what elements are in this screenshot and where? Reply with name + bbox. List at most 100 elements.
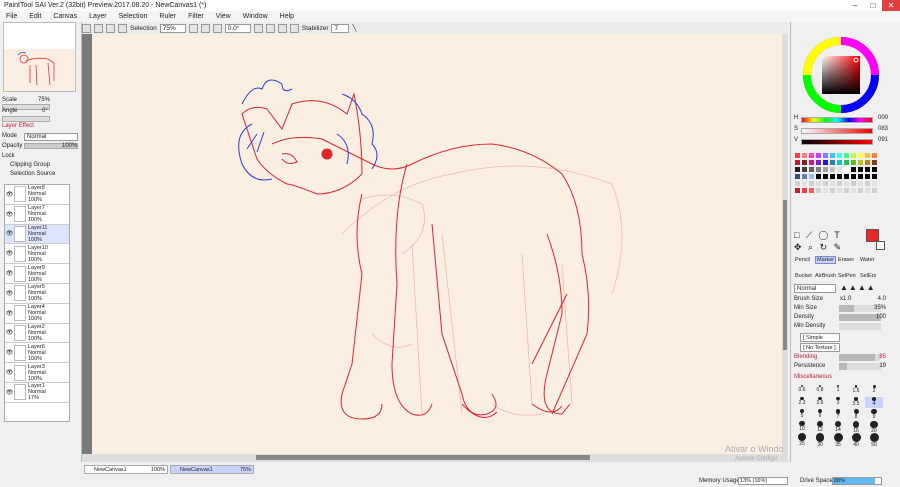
- color-swatch[interactable]: [808, 180, 815, 187]
- color-swatch[interactable]: [871, 180, 878, 187]
- color-swatch[interactable]: [829, 180, 836, 187]
- color-swatch[interactable]: [794, 159, 801, 166]
- layer-row[interactable]: 👁 Layer5 Normal 100%: [5, 284, 69, 304]
- flip-button[interactable]: [289, 23, 299, 33]
- color-swatch[interactable]: [801, 180, 808, 187]
- selection-source-checkbox[interactable]: Selection Source: [10, 170, 55, 179]
- color-swatch[interactable]: [864, 166, 871, 173]
- color-swatch[interactable]: [808, 173, 815, 180]
- layer-row[interactable]: 👁 Layer8 Normal 100%: [5, 185, 69, 205]
- color-swatches[interactable]: [794, 152, 880, 224]
- color-swatch[interactable]: [871, 159, 878, 166]
- visibility-eye-icon[interactable]: 👁: [5, 270, 14, 277]
- color-swatch[interactable]: [794, 187, 801, 194]
- zoom-reset-button[interactable]: [212, 23, 222, 33]
- visibility-eye-icon[interactable]: 👁: [5, 191, 14, 198]
- brush-size-cell[interactable]: 1.5: [847, 385, 865, 396]
- menu-window[interactable]: Window: [237, 11, 274, 22]
- tool-eraser[interactable]: Eraser: [838, 257, 854, 263]
- tool-selers[interactable]: SelErs: [860, 273, 876, 279]
- saturation-slider[interactable]: [801, 128, 873, 134]
- color-swatch[interactable]: [871, 152, 878, 159]
- stabilizer-select[interactable]: 7: [331, 23, 350, 33]
- color-swatch[interactable]: [843, 159, 850, 166]
- menu-view[interactable]: View: [210, 11, 237, 22]
- color-swatch[interactable]: [822, 180, 829, 187]
- value-slider[interactable]: [801, 139, 873, 145]
- brush-size-cell[interactable]: 40: [847, 433, 865, 448]
- color-swatch[interactable]: [815, 187, 822, 194]
- color-swatch[interactable]: [836, 166, 843, 173]
- brush-size-cell[interactable]: 2: [865, 385, 883, 396]
- visibility-eye-icon[interactable]: 👁: [5, 349, 14, 356]
- layer-row[interactable]: 👁 Layer9 Normal 100%: [5, 264, 69, 284]
- zoom-field[interactable]: 75%: [159, 23, 186, 33]
- menu-layer[interactable]: Layer: [83, 11, 113, 22]
- color-swatch[interactable]: [829, 159, 836, 166]
- brush-size-cell[interactable]: 14: [829, 421, 847, 433]
- document-tab-2[interactable]: NewCanvas1 75%: [170, 465, 254, 474]
- pen-pressure-icon[interactable]: ╲: [352, 24, 356, 32]
- layer-row[interactable]: 👁 Layer3 Normal 100%: [5, 363, 69, 383]
- color-swatch[interactable]: [815, 159, 822, 166]
- color-swatch[interactable]: [815, 152, 822, 159]
- visibility-eye-icon[interactable]: 👁: [5, 369, 14, 376]
- menu-ruler[interactable]: Ruler: [153, 11, 182, 22]
- visibility-eye-icon[interactable]: 👁: [5, 329, 14, 336]
- color-swatch[interactable]: [850, 166, 857, 173]
- color-swatch[interactable]: [857, 180, 864, 187]
- vertical-scroll-thumb[interactable]: [783, 200, 787, 350]
- color-swatch[interactable]: [822, 173, 829, 180]
- visibility-eye-icon[interactable]: 👁: [5, 389, 14, 396]
- rotate-right-button[interactable]: [265, 23, 275, 33]
- brush-size-cell[interactable]: 16: [847, 421, 865, 434]
- color-swatch[interactable]: [815, 180, 822, 187]
- brush-size-cell[interactable]: 1: [829, 385, 847, 396]
- color-swatch[interactable]: [871, 173, 878, 180]
- color-swatch[interactable]: [801, 152, 808, 159]
- tool-marker[interactable]: Marker: [815, 256, 837, 264]
- color-swatch[interactable]: [843, 180, 850, 187]
- layer-row[interactable]: 👁 Layer10 Normal 100%: [5, 244, 69, 265]
- rotate-left-button[interactable]: [253, 23, 263, 33]
- color-swatch[interactable]: [836, 187, 843, 194]
- brush-size-cell[interactable]: 2.3: [793, 397, 811, 408]
- blending-bar[interactable]: [839, 354, 881, 361]
- color-swatch[interactable]: [829, 166, 836, 173]
- tool-pencil[interactable]: Pencil: [795, 257, 810, 263]
- color-swatch[interactable]: [850, 159, 857, 166]
- brush-size-cell[interactable]: 2.6: [811, 397, 829, 408]
- visibility-eye-icon[interactable]: 👁: [5, 250, 14, 257]
- color-swatch[interactable]: [801, 159, 808, 166]
- deselect-button[interactable]: [106, 23, 115, 33]
- color-swatch[interactable]: [864, 180, 871, 187]
- color-swatch[interactable]: [801, 187, 808, 194]
- color-swatch[interactable]: [801, 166, 808, 173]
- color-swatch[interactable]: [857, 173, 864, 180]
- color-swatch[interactable]: [864, 152, 871, 159]
- color-swatch[interactable]: [871, 187, 878, 194]
- min-size-row[interactable]: Min Size 35%: [794, 304, 886, 313]
- density-bar[interactable]: [839, 314, 881, 321]
- color-swatch[interactable]: [836, 152, 843, 159]
- horizontal-scroll-thumb[interactable]: [256, 455, 590, 460]
- brush-size-cell[interactable]: 6: [811, 409, 829, 420]
- brush-size-cell[interactable]: 5: [793, 409, 811, 420]
- color-swatch[interactable]: [794, 180, 801, 187]
- brush-size-cell[interactable]: 3.5: [847, 397, 865, 408]
- layer-row[interactable]: 👁 Layer4 Normal 100%: [5, 304, 69, 324]
- brush-size-cell[interactable]: 10: [793, 421, 811, 432]
- miscellaneous-section[interactable]: Miscellaneous: [794, 374, 832, 380]
- brush-size-cell[interactable]: 35: [829, 433, 847, 448]
- color-swatch[interactable]: [815, 166, 822, 173]
- angle-field[interactable]: 0.0°: [224, 23, 251, 33]
- color-swatch[interactable]: [836, 180, 843, 187]
- layer-row[interactable]: 👁 Layer11 Normal 100%: [5, 224, 69, 245]
- color-swatch[interactable]: [857, 159, 864, 166]
- brush-size-cell[interactable]: 12: [811, 421, 829, 433]
- color-swatch[interactable]: [857, 166, 864, 173]
- persistence-bar[interactable]: [839, 363, 881, 370]
- brush-size-cell[interactable]: 7: [829, 409, 847, 420]
- color-swatch[interactable]: [794, 152, 801, 159]
- color-swatch[interactable]: [822, 152, 829, 159]
